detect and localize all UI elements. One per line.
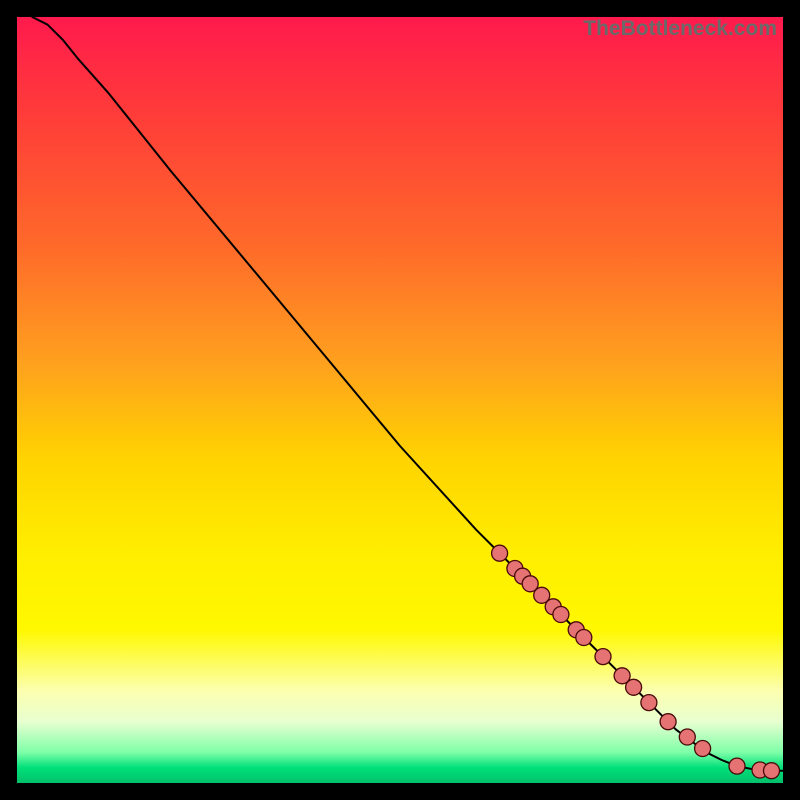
marker-point [576,630,592,646]
chart-overlay [17,17,783,783]
series-curve [32,17,783,771]
marker-point [764,763,780,779]
marker-point [660,714,676,730]
marker-point [679,729,695,745]
marker-point [729,758,745,774]
marker-point [553,607,569,623]
marker-point [492,545,508,561]
series-markers [492,545,780,779]
plot-area: TheBottleneck.com [17,17,783,783]
marker-point [695,741,711,757]
marker-point [595,649,611,665]
marker-point [626,679,642,695]
chart-frame: TheBottleneck.com [0,0,800,800]
marker-point [641,695,657,711]
